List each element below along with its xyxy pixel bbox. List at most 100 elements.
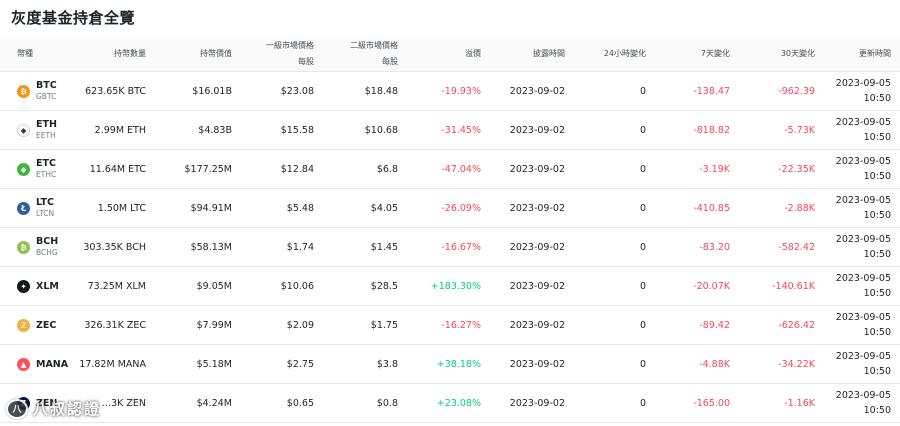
disclosure-date: 2023-09-02	[509, 319, 565, 331]
asset-text: BTC GBTC	[36, 80, 57, 102]
zec-icon: ℤ	[17, 318, 30, 332]
etc-icon: ◆	[17, 162, 30, 176]
table-row[interactable]: Ł LTC LTCN 1.50M LTC $94.91M $5.48 $4.05 -26.09…	[0, 189, 900, 228]
change-7d: -138.47	[693, 85, 730, 97]
secondary-price: $1.45	[370, 241, 398, 253]
premium-value: -16.27%	[441, 319, 481, 331]
watermark-text: 八叔認證	[33, 400, 102, 418]
asset-text: BCH BCHG	[36, 236, 58, 258]
premium-value: -26.09%	[441, 202, 481, 214]
holding-value: $4.83B	[198, 124, 232, 136]
updated-clock: 10:50	[863, 210, 891, 221]
premium-value: -16.67%	[441, 241, 481, 253]
change-30d: -1.16K	[784, 397, 815, 409]
holding-amount: 303.35K BCH	[83, 241, 146, 253]
primary-price: $0.65	[286, 397, 314, 409]
table-row[interactable]: ₿ BTC GBTC 623.65K BTC $16.01B $23.08 $18.48 -1…	[0, 72, 900, 111]
secondary-price: $3.8	[376, 358, 398, 370]
disclosure-date: 2023-09-02	[509, 280, 565, 292]
change-30d: -140.61K	[772, 280, 815, 292]
asset: Ł LTC LTCN	[17, 197, 54, 219]
asset: ℤ ZEC	[17, 318, 57, 332]
header-premium[interactable]: 溢價	[400, 36, 481, 71]
header-holding[interactable]: 持幣數量	[60, 36, 146, 71]
change-24h: 0	[639, 319, 646, 331]
primary-price: $12.84	[280, 163, 314, 175]
updated-time: 2023-09-05 10:50	[825, 306, 891, 344]
updated-date: 2023-09-05	[835, 312, 891, 323]
asset-symbol: ZEC	[36, 319, 57, 331]
updated-date: 2023-09-05	[835, 273, 891, 284]
asset: ₿ BCH BCHG	[17, 236, 58, 258]
change-30d: -2.88K	[784, 202, 815, 214]
premium-value: +183.30%	[430, 280, 481, 292]
primary-price: $10.06	[280, 280, 314, 292]
asset-symbol: BTC	[36, 80, 57, 91]
change-7d: -165.00	[693, 397, 730, 409]
table-row[interactable]: ✦ XLM 73.25M XLM $9.05M $10.06 $28.5 +183.30% 2…	[0, 267, 900, 306]
change-30d: -582.42	[778, 241, 815, 253]
updated-time: 2023-09-05 10:50	[825, 150, 891, 188]
asset-symbol: LTC	[36, 197, 54, 208]
header-change-24h[interactable]: 24小時變化	[580, 36, 646, 71]
updated-date: 2023-09-05	[835, 195, 891, 206]
change-24h: 0	[639, 241, 646, 253]
header-updated[interactable]: 更新時間	[825, 36, 891, 71]
premium-value: -47.04%	[441, 163, 481, 175]
asset: ₿ BTC GBTC	[17, 80, 57, 102]
updated-date: 2023-09-05	[835, 156, 891, 167]
change-24h: 0	[639, 397, 646, 409]
primary-price: $5.48	[286, 202, 314, 214]
updated-clock: 10:50	[863, 405, 891, 416]
table-row[interactable]: ◆ ETH EETH 2.99M ETH $4.83B $15.58 $10.68 -31.4…	[0, 111, 900, 150]
header-secondary-line1: 二級市場價格	[350, 40, 398, 50]
table-row[interactable]: ◆ ETC ETHC 11.64M ETC $177.25M $12.84 $6.8 -47.…	[0, 150, 900, 189]
holding-amount: 623.65K BTC	[85, 85, 146, 97]
trust-ticker: LTCN	[36, 209, 55, 218]
bch-icon: ₿	[17, 240, 30, 254]
btc-icon: ₿	[17, 84, 30, 98]
updated-clock: 10:50	[863, 366, 891, 377]
updated-date: 2023-09-05	[835, 351, 891, 362]
change-7d: -4.88K	[699, 358, 730, 370]
change-30d: -5.73K	[784, 124, 815, 136]
trust-ticker: BCHG	[36, 248, 58, 257]
table-row[interactable]: ℤ ZEC 326.31K ZEC $7.99M $2.09 $1.75 -16.27% 20…	[0, 306, 900, 345]
table-row[interactable]: ▲ MANA 17.82M MANA $5.18M $2.75 $3.8 +38.18% 20…	[0, 345, 900, 384]
asset-text: ETC ETHC	[36, 158, 56, 180]
holding-amount: 1.50M LTC	[97, 202, 146, 214]
updated-time: 2023-09-05 10:50	[825, 345, 891, 383]
header-date[interactable]: 披露時間	[495, 36, 565, 71]
page-title: 灰度基金持倉全覽	[11, 9, 136, 27]
disclosure-date: 2023-09-02	[509, 124, 565, 136]
premium-value: +38.18%	[436, 358, 481, 370]
holding-amount: 17.82M MANA	[79, 358, 146, 370]
updated-time: 2023-09-05 10:50	[825, 111, 891, 149]
updated-time: 2023-09-05 10:50	[825, 72, 891, 110]
header-primary-price[interactable]: 一級市場價格 每股	[237, 36, 314, 71]
header-change-7d[interactable]: 7天變化	[650, 36, 730, 71]
updated-clock: 10:50	[863, 93, 891, 104]
disclosure-date: 2023-09-02	[509, 397, 565, 409]
table-row[interactable]: ₿ BCH BCHG 303.35K BCH $58.13M $1.74 $1.45 -16.…	[0, 228, 900, 267]
header-secondary-line2: 每股	[382, 56, 398, 66]
xlm-icon: ✦	[17, 279, 30, 293]
holding-amount: 73.25M XLM	[87, 280, 146, 292]
primary-price: $15.58	[280, 124, 314, 136]
table-row[interactable]: ZZEN…3K ZEN$4.24M$0.65$0.8+23.08%2023-09…	[0, 384, 900, 423]
holding-amount: 326.31K ZEC	[84, 319, 146, 331]
header-change-30d[interactable]: 30天變化	[735, 36, 815, 71]
disclosure-date: 2023-09-02	[509, 358, 565, 370]
updated-time: 2023-09-05 10:50	[825, 228, 891, 266]
change-7d: -410.85	[693, 202, 730, 214]
holding-value: $7.99M	[196, 319, 232, 331]
secondary-price: $10.68	[364, 124, 398, 136]
asset-symbol: XLM	[36, 280, 59, 292]
header-secondary-price[interactable]: 二級市場價格 每股	[320, 36, 398, 71]
updated-time: 2023-09-05 10:50	[825, 267, 891, 305]
header-value[interactable]: 持幣價值	[150, 36, 232, 71]
updated-time: 2023-09-05 10:50	[825, 189, 891, 227]
eth-icon: ◆	[17, 123, 30, 137]
asset-symbol: ETC	[36, 158, 56, 169]
change-7d: -3.19K	[699, 163, 730, 175]
